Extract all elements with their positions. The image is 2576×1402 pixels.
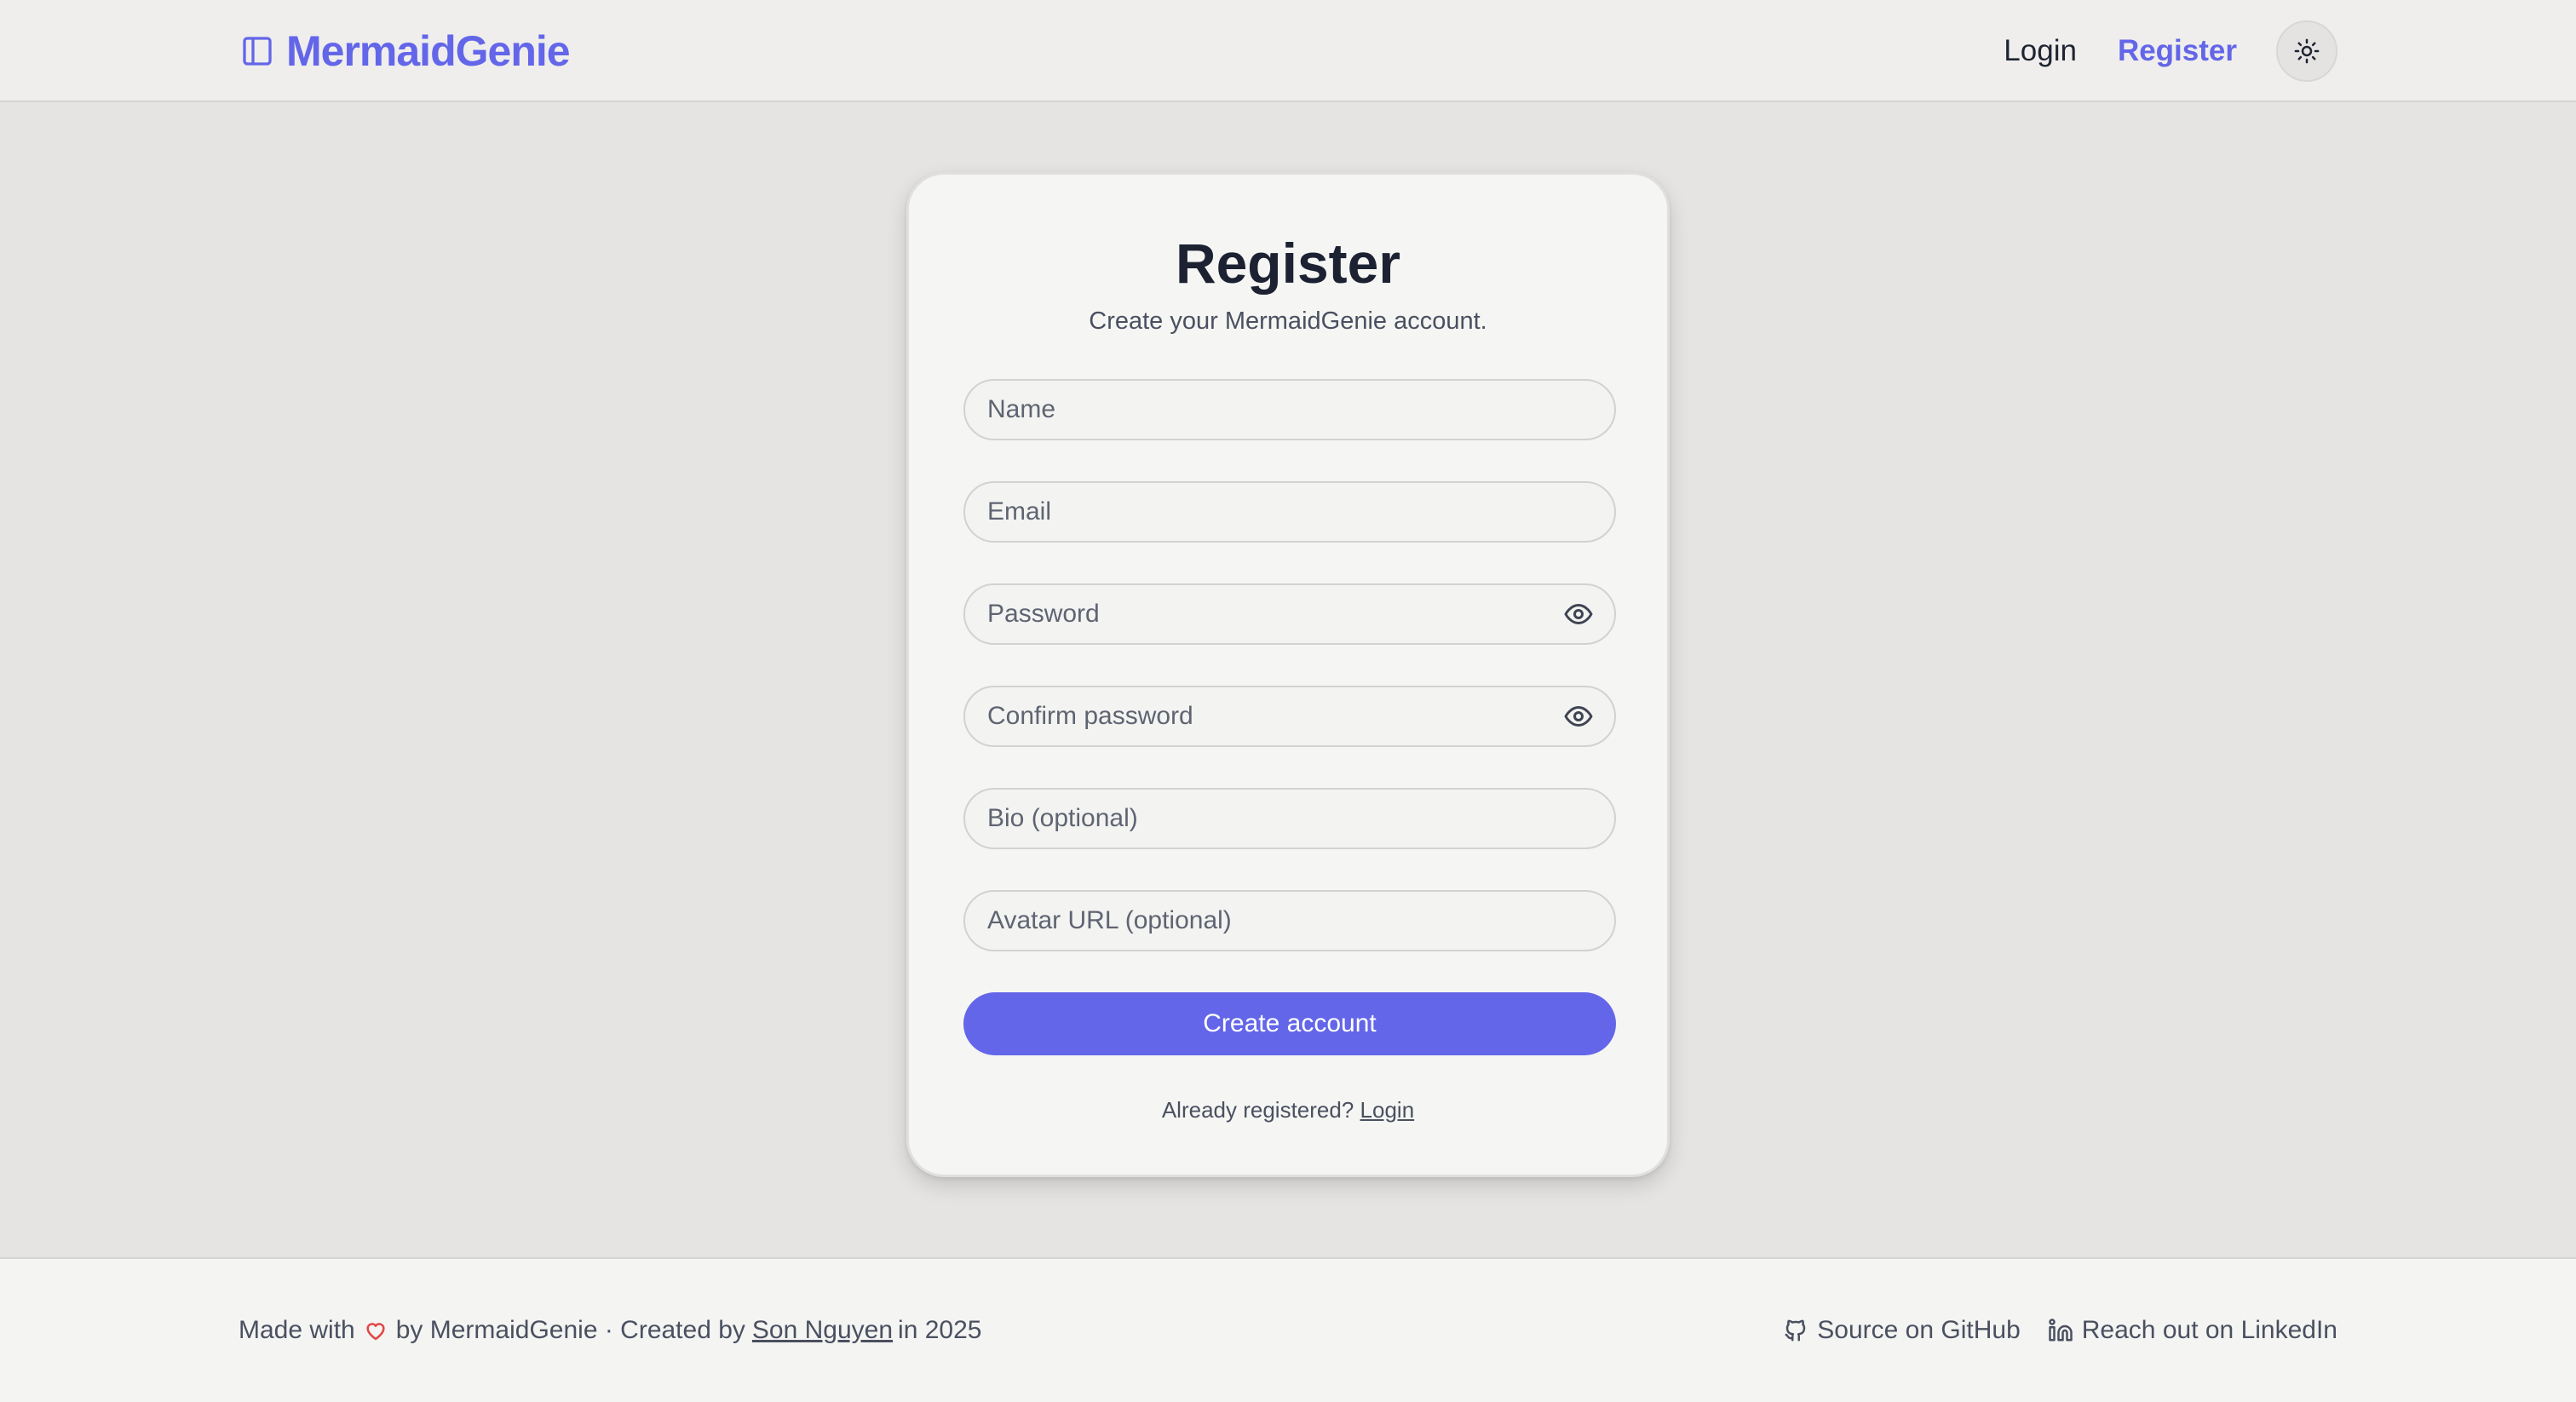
page-title: Register [1175, 232, 1401, 295]
sun-icon [2294, 38, 2320, 64]
avatar-url-input[interactable] [986, 892, 1594, 950]
theme-toggle-button[interactable] [2276, 20, 2337, 82]
linkedin-link[interactable]: Reach out on LinkedIn [2048, 1312, 2337, 1349]
year-text: in 2025 [898, 1316, 982, 1344]
eye-icon[interactable] [1563, 701, 1594, 732]
email-field [963, 481, 1616, 543]
created-by-text: by MermaidGenie · Created by [395, 1316, 745, 1344]
eye-icon[interactable] [1563, 599, 1594, 629]
github-icon [1785, 1319, 1806, 1342]
confirm-password-input[interactable] [986, 687, 1563, 745]
page-subtitle: Create your MermaidGenie account. [1089, 307, 1487, 335]
brand-link[interactable]: MermaidGenie [240, 26, 571, 77]
login-link[interactable]: Login [1360, 1097, 1415, 1123]
name-field [963, 379, 1616, 440]
top-navbar: MermaidGenie Login Register [0, 0, 2576, 102]
footer: Made with by MermaidGenie · Created by S… [0, 1257, 2576, 1402]
heart-icon [366, 1323, 385, 1341]
footer-credits: Made with by MermaidGenie · Created by S… [239, 1312, 981, 1349]
author-link[interactable]: Son Nguyen [752, 1312, 893, 1349]
github-link[interactable]: Source on GitHub [1783, 1312, 2021, 1349]
register-card: Register Create your MermaidGenie accoun… [906, 172, 1670, 1177]
footer-links: Source on GitHub Reach out on LinkedIn [1783, 1312, 2337, 1349]
already-registered-row: Already registered? Login [909, 1093, 1667, 1127]
header-nav: Login Register [2004, 20, 2337, 82]
github-label: Source on GitHub [1817, 1316, 2021, 1344]
password-input[interactable] [986, 585, 1563, 643]
sidebar-panel-icon [243, 37, 272, 66]
brand-name: MermaidGenie [286, 27, 571, 75]
avatar-url-field [963, 890, 1616, 951]
password-field [963, 583, 1616, 645]
name-input[interactable] [986, 381, 1594, 439]
email-input[interactable] [986, 483, 1594, 541]
nav-login-link[interactable]: Login [2004, 34, 2077, 68]
linkedin-label: Reach out on LinkedIn [2081, 1316, 2337, 1344]
nav-register-link[interactable]: Register [2118, 34, 2237, 68]
create-account-button[interactable]: Create account [963, 992, 1616, 1055]
bio-field [963, 788, 1616, 849]
bio-input[interactable] [986, 790, 1594, 848]
made-with-text: Made with [239, 1316, 355, 1344]
linkedin-icon [2049, 1319, 2073, 1342]
already-registered-text: Already registered? [1161, 1097, 1354, 1123]
confirm-password-field [963, 686, 1616, 747]
